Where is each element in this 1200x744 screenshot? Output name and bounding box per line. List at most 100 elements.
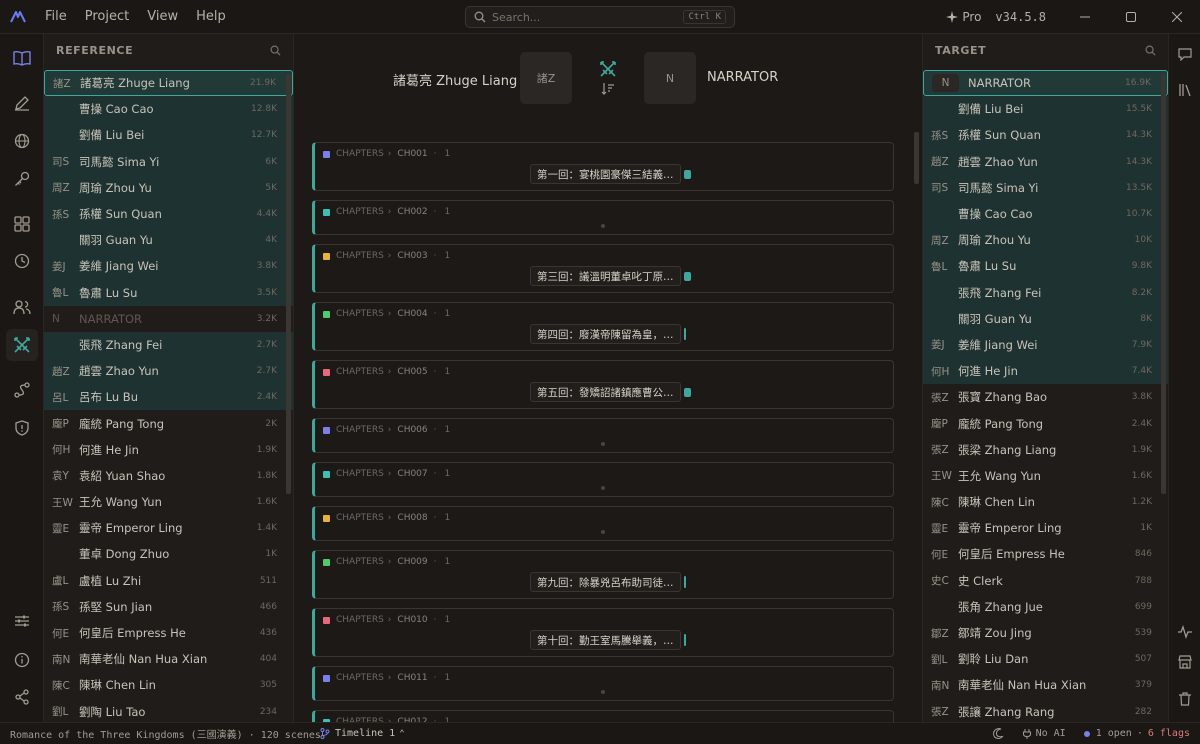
maximize-button[interactable] [1108, 0, 1154, 34]
breadcrumb-root[interactable]: CHAPTERS [336, 149, 384, 159]
dialogue-snippet[interactable]: 第一回：宴桃園豪傑三結義… [530, 164, 681, 184]
list-item[interactable]: 劉L 劉聆 Liu Dan 507 [923, 646, 1168, 672]
list-item[interactable]: 陳C 陳琳 Chen Lin 1.2K [923, 489, 1168, 515]
list-item[interactable]: 張飛 Zhang Fei 8.2K [923, 279, 1168, 306]
reference-character-avatar[interactable]: 諸Z [520, 52, 572, 104]
pencil-icon[interactable] [6, 87, 38, 119]
breadcrumb-root[interactable]: CHAPTERS [336, 557, 384, 567]
list-item[interactable]: 趙Z 趙雲 Zhao Yun 14.3K [923, 148, 1168, 175]
info-icon[interactable] [6, 644, 38, 676]
list-item[interactable]: 何H 何進 He Jin 7.4K [923, 358, 1168, 385]
target-scrollbar[interactable] [1161, 74, 1166, 494]
search-icon[interactable] [1145, 45, 1156, 56]
list-item[interactable]: 孫S 孫權 Sun Quan 14.3K [923, 122, 1168, 149]
trash-icon[interactable] [1175, 689, 1195, 709]
list-item[interactable]: 張Z 張讓 Zhang Rang 282 [923, 699, 1168, 725]
scene-card[interactable]: CHAPTERS › CH012 · 1 [312, 710, 894, 722]
chapter-id[interactable]: CH002 [397, 207, 427, 217]
list-item[interactable]: 孫S 孫堅 Sun Jian 466 [44, 594, 293, 620]
list-item[interactable]: 姜J 姜維 Jiang Wei 3.8K [44, 253, 293, 280]
list-item[interactable]: 鄒Z 鄒靖 Zou Jing 539 [923, 620, 1168, 646]
list-item[interactable]: 關羽 Guan Yu 4K [44, 227, 293, 254]
scene-card[interactable]: CHAPTERS › CH010 · 1 第十回：勤王室馬騰舉義，… [312, 608, 894, 657]
dialogue-snippet[interactable]: 第五回：發矯詔諸鎮應曹公… [530, 382, 681, 402]
timeline-selector[interactable]: Timeline 1 ⌃ [320, 728, 405, 739]
chat-icon[interactable] [1175, 44, 1195, 64]
list-item[interactable]: N NARRATOR 3.2K [44, 306, 293, 332]
search-input[interactable]: Search... Ctrl K [465, 6, 735, 28]
list-item[interactable]: 司S 司馬懿 Sima Yi 6K [44, 148, 293, 175]
list-item[interactable]: 何E 何皇后 Empress He 436 [44, 620, 293, 646]
ai-status[interactable]: No AI [1022, 728, 1066, 739]
globe-icon[interactable] [6, 125, 38, 157]
reference-scrollbar[interactable] [286, 74, 291, 494]
list-item[interactable]: 何E 何皇后 Empress He 846 [923, 541, 1168, 567]
dialogue-snippet[interactable]: 第三回：議溫明董卓叱丁原… [530, 266, 681, 286]
library-icon[interactable] [1175, 80, 1195, 100]
breadcrumb-root[interactable]: CHAPTERS [336, 615, 384, 625]
breadcrumb-root[interactable]: CHAPTERS [336, 673, 384, 683]
list-item[interactable]: 姜J 姜維 Jiang Wei 7.9K [923, 331, 1168, 359]
scene-scrollbar[interactable] [914, 132, 919, 184]
crossed-swords-icon[interactable] [6, 329, 38, 361]
scene-card[interactable]: CHAPTERS › CH006 · 1 [312, 418, 894, 453]
list-item[interactable]: 張飛 Zhang Fei 2.7K [44, 331, 293, 359]
shield-icon[interactable] [6, 412, 38, 444]
list-item[interactable]: 呂L 呂布 Lu Bu 2.4K [44, 384, 293, 411]
chapter-id[interactable]: CH007 [397, 469, 427, 479]
scene-card[interactable]: CHAPTERS › CH003 · 1 第三回：議溫明董卓叱丁原… [312, 244, 894, 293]
list-item[interactable]: 靈E 靈帝 Emperor Ling 1K [923, 515, 1168, 541]
list-item[interactable]: 魯L 魯肅 Lu Su 3.5K [44, 279, 293, 306]
scene-card[interactable]: CHAPTERS › CH001 · 1 第一回：宴桃園豪傑三結義… [312, 142, 894, 191]
list-item[interactable]: 龐P 龐統 Pang Tong 2.4K [923, 410, 1168, 436]
breadcrumb-root[interactable]: CHAPTERS [336, 367, 384, 377]
list-item[interactable]: 趙Z 趙雲 Zhao Yun 2.7K [44, 358, 293, 385]
chapter-id[interactable]: CH006 [397, 425, 427, 435]
list-item[interactable]: 周Z 周瑜 Zhou Yu 5K [44, 174, 293, 201]
scene-card[interactable]: CHAPTERS › CH009 · 1 第九回：除暴兇呂布助司徒… [312, 550, 894, 599]
chapter-id[interactable]: CH009 [397, 557, 427, 567]
activity-icon[interactable] [1175, 622, 1195, 642]
sliders-icon[interactable] [6, 605, 38, 637]
breadcrumb-root[interactable]: CHAPTERS [336, 309, 384, 319]
list-item[interactable]: 董卓 Dong Zhuo 1K [44, 541, 293, 567]
list-item[interactable]: 諸Z 諸葛亮 Zhuge Liang 21.9K [44, 70, 293, 97]
chapter-id[interactable]: CH005 [397, 367, 427, 377]
app-logo-icon[interactable] [0, 0, 36, 34]
grid-icon[interactable] [6, 208, 38, 240]
scene-card[interactable]: CHAPTERS › CH005 · 1 第五回：發矯詔諸鎮應曹公… [312, 360, 894, 409]
store-icon[interactable] [1175, 652, 1195, 672]
chapter-id[interactable]: CH010 [397, 615, 427, 625]
issues-status[interactable]: 1 open · 6 flags [1083, 728, 1190, 739]
menu-project[interactable]: Project [76, 9, 138, 24]
list-item[interactable]: 曹操 Cao Cao 10.7K [923, 200, 1168, 228]
list-item[interactable]: 劉L 劉陶 Liu Tao 234 [44, 699, 293, 725]
close-button[interactable] [1154, 0, 1200, 34]
list-item[interactable]: 劉備 Liu Bei 15.5K [923, 96, 1168, 123]
menu-view[interactable]: View [138, 9, 187, 24]
chapter-id[interactable]: CH008 [397, 513, 427, 523]
moon-icon[interactable] [992, 728, 1004, 739]
chapter-id[interactable]: CH011 [397, 673, 427, 683]
chapter-id[interactable]: CH004 [397, 309, 427, 319]
list-item[interactable]: 孫S 孫權 Sun Quan 4.4K [44, 200, 293, 228]
list-item[interactable]: 陳C 陳琳 Chen Lin 305 [44, 672, 293, 698]
breadcrumb-root[interactable]: CHAPTERS [336, 425, 384, 435]
menu-help[interactable]: Help [187, 9, 235, 24]
dialogue-snippet[interactable]: 第十回：勤王室馬騰舉義，… [530, 630, 681, 650]
menu-file[interactable]: File [36, 9, 76, 24]
minimize-button[interactable] [1062, 0, 1108, 34]
list-item[interactable]: 張Z 張梁 Zhang Liang 1.9K [923, 437, 1168, 463]
swap-button[interactable] [593, 60, 623, 98]
scene-card[interactable]: CHAPTERS › CH007 · 1 [312, 462, 894, 497]
list-item[interactable]: 袁Y 袁紹 Yuan Shao 1.8K [44, 463, 293, 489]
dialogue-snippet[interactable]: 第九回：除暴兇呂布助司徒… [530, 572, 681, 592]
list-item[interactable]: 魯L 魯肅 Lu Su 9.8K [923, 253, 1168, 280]
search-icon[interactable] [270, 45, 281, 56]
list-item[interactable]: 南N 南華老仙 Nan Hua Xian 379 [923, 672, 1168, 698]
route-icon[interactable] [6, 374, 38, 406]
share-icon[interactable] [6, 681, 38, 713]
breadcrumb-root[interactable]: CHAPTERS [336, 469, 384, 479]
list-item[interactable]: 史C 史 Clerk 788 [923, 568, 1168, 594]
scene-card[interactable]: CHAPTERS › CH002 · 1 [312, 200, 894, 235]
